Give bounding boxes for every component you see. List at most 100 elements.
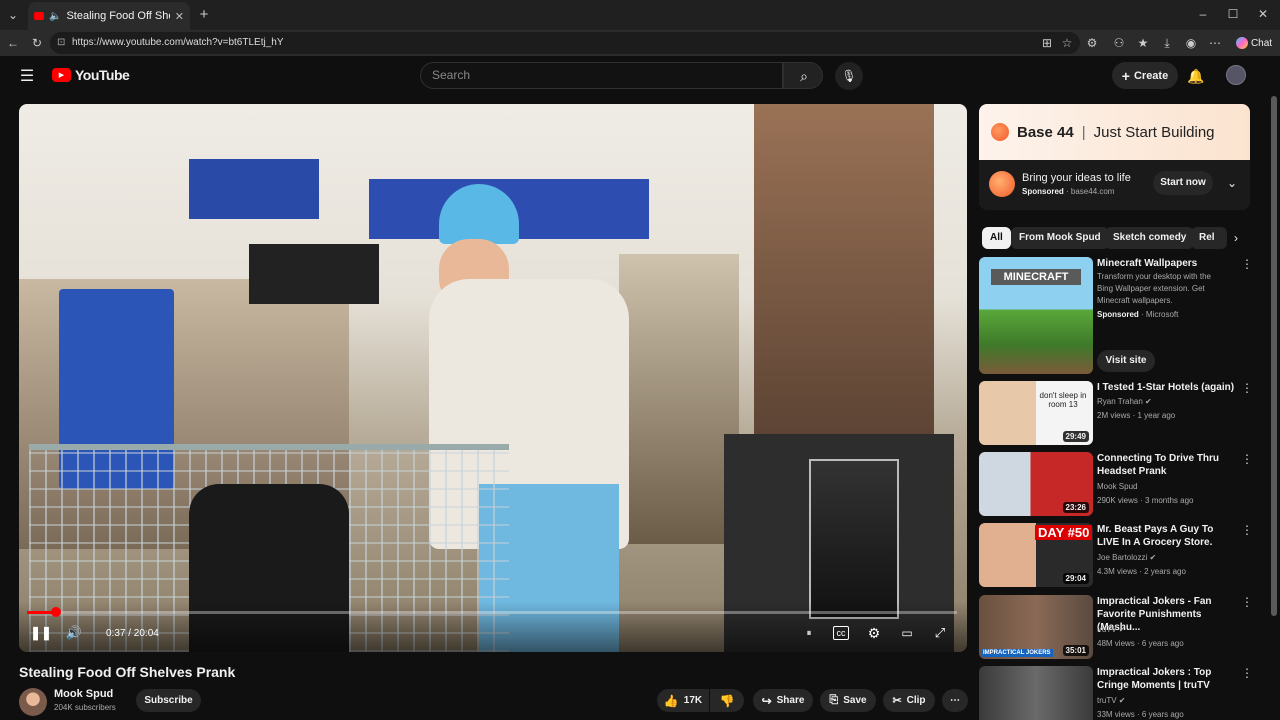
reload-icon[interactable]: ↻	[30, 35, 44, 51]
progress-scrubber[interactable]	[50, 607, 61, 617]
more-vertical-icon[interactable]: ⋮	[1241, 381, 1253, 395]
rec-thumbnail[interactable]: don't sleep in room 13 29:49	[979, 381, 1093, 445]
rec-title[interactable]: I Tested 1-Star Hotels (again)	[1097, 381, 1237, 394]
rec-item[interactable]: don't sleep in room 13 29:49 I Tested 1-…	[979, 381, 1269, 447]
rec-item[interactable]: MINECRAFT Minecraft Wallpapers Transform…	[979, 257, 1269, 375]
more-vertical-icon[interactable]: ⋮	[1241, 452, 1253, 466]
rec-title[interactable]: Impractical Jokers : Top Cringe Moments …	[1097, 666, 1237, 692]
subscribe-button[interactable]: Subscribe	[136, 689, 201, 712]
progress-bar[interactable]	[27, 607, 957, 617]
more-vertical-icon[interactable]: ⋮	[1241, 523, 1253, 537]
start-now-button[interactable]: Start now	[1153, 171, 1213, 195]
new-tab-icon[interactable]: +	[196, 6, 212, 23]
rec-channel[interactable]: Mook Spud	[1097, 480, 1137, 494]
voice-search-button[interactable]: 🎙	[835, 62, 863, 90]
save-button[interactable]: ⎘ Save	[820, 689, 876, 712]
notifications-bell-icon[interactable]: 🔔	[1187, 67, 1204, 85]
url-field[interactable]: ⊡ https://www.youtube.com/watch?v=bt6TLE…	[50, 32, 1080, 54]
chip-all[interactable]: All	[982, 227, 1011, 249]
ad-banner-separator: |	[1081, 123, 1086, 141]
volume-icon[interactable]: 🔊	[65, 624, 83, 642]
account-avatar[interactable]	[1226, 65, 1246, 85]
autoplay-toggle-icon[interactable]: ⏸	[801, 626, 817, 640]
like-button[interactable]: 👍 17K	[657, 689, 709, 712]
visit-site-button[interactable]: Visit site	[1097, 350, 1155, 372]
more-vertical-icon[interactable]: ⋮	[1241, 666, 1253, 680]
extensions-icon[interactable]: ⚙	[1085, 35, 1099, 51]
app-available-icon[interactable]: ⊞	[1040, 35, 1054, 51]
clip-label: Clip	[906, 695, 926, 706]
speaker-icon[interactable]: 🔈	[49, 11, 61, 22]
copilot-icon	[1235, 37, 1248, 49]
rec-title[interactable]: Minecraft Wallpapers	[1097, 257, 1237, 270]
close-window-icon[interactable]: ✕	[1256, 6, 1270, 22]
chip-from-mook-spud[interactable]: From Mook Spud	[1011, 227, 1109, 249]
maximize-icon[interactable]: ☐	[1226, 6, 1240, 22]
search-button[interactable]: ⌕	[783, 62, 823, 89]
ad-headline: Bring your ideas to life	[1022, 172, 1131, 184]
channel-name[interactable]: Mook Spud	[54, 688, 113, 700]
extension-icon[interactable]: ⚇	[1112, 35, 1126, 51]
favorite-star-icon[interactable]: ☆	[1060, 35, 1074, 51]
search-icon: ⌕	[800, 67, 808, 84]
more-actions-button[interactable]: ⋯	[942, 689, 968, 712]
scrollbar-thumb[interactable]	[1271, 96, 1277, 616]
rec-thumbnail[interactable]: DAY #50 29:04	[979, 523, 1093, 587]
rec-title[interactable]: Connecting To Drive Thru Headset Prank	[1097, 452, 1237, 478]
chip-sketch-comedy[interactable]: Sketch comedy	[1105, 227, 1195, 249]
sidebar-ad[interactable]: Base 44 | Just Start Building Bring your…	[979, 104, 1250, 210]
settings-gear-icon[interactable]: ⚙	[865, 624, 883, 642]
minimize-icon[interactable]: –	[1196, 6, 1210, 22]
rec-thumbnail[interactable]: MINECRAFT	[979, 257, 1093, 374]
pause-icon[interactable]: ❚❚	[30, 624, 52, 642]
rec-item[interactable]: 23:26 Connecting To Drive Thru Headset P…	[979, 452, 1269, 518]
dislike-button[interactable]: 👎	[710, 689, 744, 712]
favorites-icon[interactable]: ★	[1136, 35, 1150, 51]
downloads-icon[interactable]: ⤓	[1160, 35, 1174, 51]
chip-related[interactable]: Rel	[1191, 227, 1227, 249]
theater-mode-icon[interactable]: ▭	[898, 626, 916, 640]
rec-item[interactable]: Impractical Jokers : Top Cringe Moments …	[979, 666, 1269, 720]
rec-item[interactable]: DAY #50 29:04 Mr. Beast Pays A Guy To LI…	[979, 523, 1269, 589]
subscriber-count: 204K subscribers	[54, 703, 116, 712]
time-display: 0:37 / 20:04	[106, 628, 159, 639]
hamburger-menu-icon[interactable]: ☰	[18, 68, 36, 85]
like-count: 17K	[683, 695, 703, 706]
rec-channel[interactable]: truTV ✔	[1097, 623, 1126, 637]
video-player[interactable]: ❚❚ 🔊 0:37 / 20:04 ⏸ cc ⚙ ▭ ⤢	[19, 104, 967, 652]
rec-thumbnail[interactable]: 23:26	[979, 452, 1093, 516]
fullscreen-icon[interactable]: ⤢	[931, 624, 949, 642]
more-menu-icon[interactable]: ⋯	[1208, 35, 1222, 51]
rec-thumbnail[interactable]: IMPRACTICAL JOKERS 35:01	[979, 595, 1093, 659]
captions-icon[interactable]: cc	[833, 626, 849, 640]
clip-button[interactable]: ✂ Clip	[883, 689, 935, 712]
search-input[interactable]: Search	[420, 62, 783, 89]
close-tab-icon[interactable]: ✕	[175, 10, 184, 23]
create-button[interactable]: + Create	[1112, 62, 1178, 89]
page-scrollbar[interactable]	[1271, 96, 1277, 720]
rec-meta: 2M views · 1 year ago	[1097, 411, 1176, 420]
chat-button[interactable]: Chat	[1232, 34, 1276, 52]
more-vertical-icon[interactable]: ⋮	[1241, 257, 1253, 271]
rec-channel[interactable]: Joe Bartolozzi ✔	[1097, 551, 1156, 565]
rec-channel[interactable]: truTV ✔	[1097, 694, 1126, 708]
rec-item[interactable]: IMPRACTICAL JOKERS 35:01 Impractical Jok…	[979, 595, 1269, 661]
profile-icon[interactable]: ◉	[1184, 35, 1198, 51]
rec-duration: 35:01	[1062, 645, 1089, 656]
back-icon[interactable]: ←	[6, 35, 20, 51]
site-info-icon[interactable]: ⊡	[57, 32, 65, 54]
chips-next-arrow-icon[interactable]: ›	[1229, 230, 1243, 246]
rec-title[interactable]: Mr. Beast Pays A Guy To LIVE In A Grocer…	[1097, 523, 1237, 549]
youtube-logo[interactable]: ▶ YouTube	[52, 67, 130, 83]
rec-meta: 48M views · 6 years ago	[1097, 639, 1184, 648]
browser-tab[interactable]: 🔈 Stealing Food Off Shelves Prank ✕	[28, 2, 190, 30]
more-vertical-icon[interactable]: ⋮	[1241, 595, 1253, 609]
channel-avatar[interactable]	[19, 688, 47, 716]
tab-list-icon[interactable]: ⌄	[4, 6, 22, 24]
chevron-down-icon[interactable]: ⌄	[1225, 175, 1239, 191]
ad-banner[interactable]: Base 44 | Just Start Building	[979, 104, 1250, 160]
rec-thumbnail[interactable]	[979, 666, 1093, 720]
rec-channel[interactable]: Ryan Trahan ✔	[1097, 395, 1152, 409]
share-button[interactable]: ↪ Share	[753, 689, 813, 712]
share-label: Share	[776, 695, 805, 706]
